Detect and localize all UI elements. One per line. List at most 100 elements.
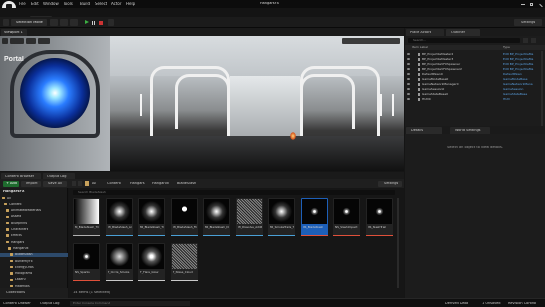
outliner-row[interactable]: GameSession0 GameSession [405, 87, 545, 91]
outliner-row-type[interactable]: Edit BP_ProjectileMa [503, 68, 539, 71]
gear-icon[interactable] [531, 38, 536, 43]
folder-tree-item[interactable]: AnimatedMaterials [0, 209, 68, 213]
visibility-eye-icon[interactable] [407, 98, 410, 100]
selection-mode-dropdown[interactable]: Selection Mode [11, 19, 47, 26]
asset-tile[interactable]: MI_Dissolve_Additive [235, 198, 263, 236]
menu-build[interactable]: Build [80, 2, 90, 6]
folder-tree-item[interactable]: Characters [0, 228, 68, 232]
blueprint-icon[interactable] [60, 19, 68, 26]
outliner-row[interactable]: GameModeBase0 GameModeBase [405, 77, 545, 81]
column-type[interactable]: Type [503, 46, 510, 49]
forward-arrow-icon[interactable] [78, 181, 82, 186]
asset-tile[interactable]: MI_SmokeTrails_Trans [268, 198, 295, 236]
level-viewport[interactable]: Portal [0, 36, 404, 171]
outliner-row[interactable]: BP_ProjectileVFXSpawner Edit BP_Projectil… [405, 62, 545, 66]
folder-tree-item[interactable]: Holograms [0, 272, 68, 276]
folder-tree-item[interactable]: Blueprints [0, 221, 68, 225]
unsaved-button[interactable]: 1 Unsaved [482, 302, 501, 306]
breadcrumb-content[interactable]: Content [107, 182, 121, 186]
folder-tree-item[interactable]: Laser0 [0, 278, 68, 282]
menu-edit[interactable]: Edit [31, 2, 39, 6]
asset-tile[interactable]: MI_BladeSlash_Flipbook [170, 198, 198, 236]
output-log-button[interactable]: Output Log [40, 302, 60, 306]
menu-actor[interactable]: Actor [111, 2, 122, 6]
menu-select[interactable]: Select [95, 2, 107, 6]
outliner-row[interactable]: DefaultPawn0 DefaultPawn [405, 72, 545, 76]
tree-root[interactable]: HangarsFX [3, 190, 25, 194]
back-arrow-icon[interactable] [72, 181, 76, 186]
asset-tile[interactable]: T_Noise_Cloud [170, 243, 198, 281]
maximize-icon[interactable] [528, 2, 535, 7]
close-icon[interactable] [537, 2, 544, 7]
asset-scrollbar[interactable] [397, 198, 399, 288]
asset-tile[interactable]: T_Flare_Glow [138, 243, 165, 281]
menu-window[interactable]: Window [43, 2, 59, 6]
outliner-row-type[interactable]: Edit BP_ProjectileMa [503, 53, 539, 56]
asset-tile[interactable]: NS_SlashImpact [333, 198, 360, 236]
cb-settings-button[interactable]: Settings [378, 180, 402, 187]
viewport-tab[interactable]: Viewport 1 [1, 29, 27, 36]
sequencer-icon[interactable] [70, 19, 78, 26]
asset-tile[interactable]: MI_BladeSlash_Additive [105, 198, 133, 236]
outliner-row[interactable]: BP_ProjectileVFXSpawner2 Edit BP_Projecti… [405, 67, 545, 71]
tab-world-settings[interactable]: World Settings [450, 127, 490, 134]
save-all-button[interactable]: Save All [43, 180, 67, 187]
folder-tree-item[interactable]: EnergyOrbs [0, 265, 68, 269]
asset-tile[interactable]: MI_BladeSlash_Distort [203, 198, 230, 236]
folder-tree-item[interactable]: Hangars [0, 240, 68, 244]
asset-tile[interactable]: T_Circle_Smoke [105, 243, 133, 281]
outliner-row[interactable]: GameNetworkManager0 GameNetworkMana [405, 82, 545, 86]
menu-file[interactable]: File [19, 2, 26, 6]
outliner-row-type[interactable]: DefaultPawn [503, 73, 539, 76]
breadcrumb-bladeslash[interactable]: BladeSlash [177, 182, 196, 186]
transform-tools[interactable] [342, 38, 400, 44]
tab-details[interactable]: Details [406, 127, 442, 134]
outliner-row[interactable]: BP_ProjectileMaster2 Edit BP_ProjectileMa [405, 52, 545, 56]
outliner-row[interactable]: GameStateBase0 GameStateBase [405, 92, 545, 96]
folder-tree-item[interactable]: Content [0, 202, 68, 206]
breadcrumb-all[interactable]: All [92, 182, 96, 186]
folder-tree-item[interactable]: Effects [0, 234, 68, 238]
menu-help[interactable]: Help [126, 2, 135, 6]
column-item-label[interactable]: Item Label [412, 46, 428, 49]
breadcrumb-hangar0k[interactable]: Hangar0k [152, 182, 169, 186]
outliner-row-type[interactable]: HUD [503, 98, 539, 101]
visibility-eye-icon[interactable] [407, 83, 410, 85]
play-icon[interactable] [84, 19, 90, 26]
outliner-row[interactable]: HUD0 HUD [405, 97, 545, 101]
asset-tile[interactable]: NS_BladeSlash [300, 198, 328, 236]
derived-data-button[interactable]: Derived Data [445, 302, 468, 306]
import-button[interactable]: Import [21, 180, 41, 187]
asset-tile[interactable]: M_BladeSlash_Tile [73, 198, 100, 236]
folder-tree-item[interactable]: ButterflyFx [0, 259, 68, 263]
visibility-eye-icon[interactable] [407, 93, 410, 95]
outliner-search-input[interactable]: Search... [408, 38, 520, 43]
collections-section[interactable]: Collections [0, 288, 68, 298]
revision-control-button[interactable]: Revision Control [508, 302, 536, 306]
console-command-input[interactable]: Enter Console Command [70, 300, 190, 306]
folder-tree-item[interactable]: Hangar0k [0, 246, 68, 250]
show-button[interactable] [38, 38, 50, 44]
content-drawer-button[interactable]: Content Drawer [3, 302, 31, 306]
outliner-row-type[interactable]: GameStateBase [503, 93, 539, 96]
tab-place-actors[interactable]: Place Actors [406, 29, 444, 36]
outliner-row[interactable]: BP_ProjectileMaster3 Edit BP_ProjectileMa [405, 57, 545, 61]
visibility-eye-icon[interactable] [407, 73, 410, 75]
pause-icon[interactable] [91, 19, 97, 26]
add-actor-icon[interactable] [50, 19, 58, 26]
perspective-button[interactable] [10, 38, 24, 44]
visibility-eye-icon[interactable] [407, 53, 410, 55]
save-icon[interactable] [3, 19, 9, 26]
visibility-eye-icon[interactable] [407, 58, 410, 60]
tab-outliner[interactable]: Outliner [446, 29, 480, 36]
visibility-eye-icon[interactable] [407, 88, 410, 90]
folder-tree-item[interactable]: BladeSlash [0, 252, 68, 257]
asset-tile[interactable]: MI_BladeSlash_Trans [138, 198, 165, 236]
visibility-eye-icon[interactable] [407, 63, 410, 65]
minimize-icon[interactable] [519, 2, 526, 7]
add-button[interactable]: + Add [3, 180, 19, 187]
lit-button[interactable] [26, 38, 36, 44]
visibility-eye-icon[interactable] [407, 78, 410, 80]
platforms-icon[interactable] [108, 19, 114, 26]
outliner-row-type[interactable]: Edit BP_ProjectileMa [503, 63, 539, 66]
